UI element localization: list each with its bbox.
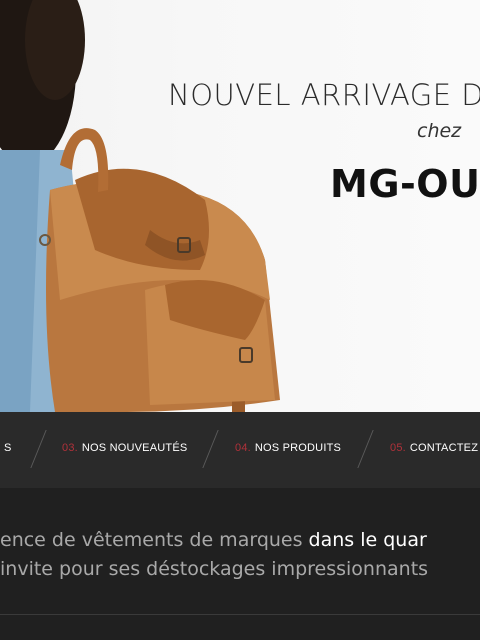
intro-text-line-2: invite pour ses déstockages impressionna… <box>0 558 429 580</box>
nav-item-label: NOS PRODUITS <box>254 442 342 454</box>
nav-item-label: CONTACTEZ N <box>409 442 480 454</box>
nav-item-label: S <box>4 442 12 454</box>
hero-headline: NOUVEL ARRIVAGE DE <box>168 78 480 112</box>
intro-text: ence de vêtements de marques <box>0 529 309 551</box>
nav-item-nos-produits[interactable]: 04. NOS PRODUITS <box>235 442 341 454</box>
nav-item-number: 05. <box>390 442 406 454</box>
nav-item-previous[interactable]: S <box>0 442 12 454</box>
hero-banner: NOUVEL ARRIVAGE DE chez MG-OU <box>0 0 480 412</box>
nav-divider <box>30 430 47 468</box>
nav-item-number: 03. <box>62 442 78 454</box>
hero-subline: chez <box>417 120 462 142</box>
nav-item-label: NOS NOUVEAUTÉS <box>81 442 188 454</box>
section-divider <box>0 614 480 615</box>
nav-item-nos-nouveautes[interactable]: 03. NOS NOUVEAUTÉS <box>62 442 187 454</box>
intro-highlight-text: dans le quar <box>308 529 427 551</box>
nav-item-contactez-nous[interactable]: 05.CONTACTEZ N <box>390 442 480 454</box>
hero-brand-name: MG-OU <box>330 162 480 206</box>
nav-divider <box>357 430 374 468</box>
hero-image-woman-backpack <box>0 0 280 412</box>
intro-section: ence de vêtements de marques dans le qua… <box>0 488 480 640</box>
intro-text-line-1: ence de vêtements de marques dans le qua… <box>0 529 427 551</box>
nav-item-number: 04. <box>235 442 251 454</box>
nav-divider <box>202 430 219 468</box>
main-navigation: S 03. NOS NOUVEAUTÉS 04. NOS PRODUITS 05. C… <box>0 412 480 489</box>
